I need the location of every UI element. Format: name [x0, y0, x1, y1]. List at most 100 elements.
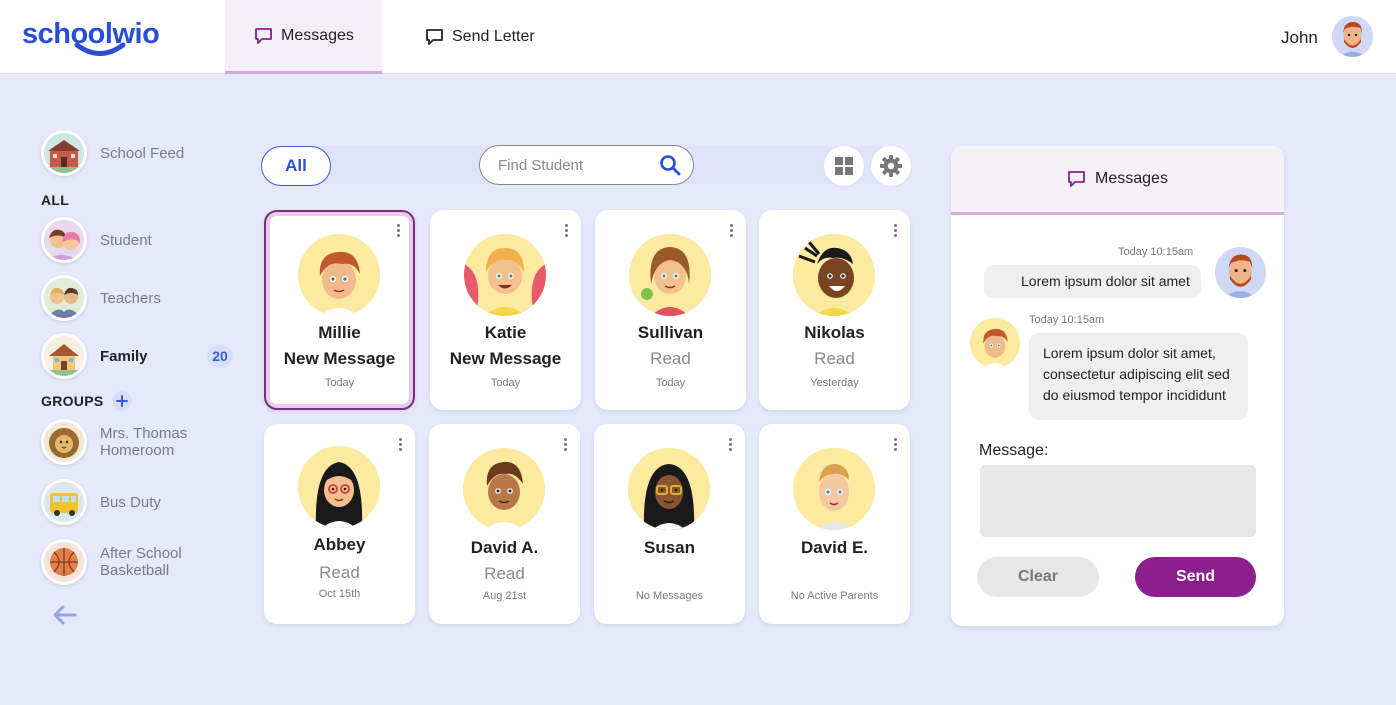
search-icon[interactable] [659, 154, 681, 176]
student-status: Read [814, 349, 855, 368]
sidebar-item-bus-duty[interactable]: Bus Duty [41, 479, 161, 525]
sidebar-item-label: Bus Duty [100, 493, 161, 511]
clear-button[interactable]: Clear [977, 557, 1099, 597]
homeroom-avatar [41, 419, 87, 465]
student-date: Today [655, 377, 686, 389]
messages-panel-header: Messages [951, 146, 1284, 215]
student-card-katie[interactable]: Katie New Message Today [430, 210, 581, 410]
student-portrait-icon [464, 234, 546, 316]
tab-messages-label: Messages [281, 26, 354, 44]
student-status: New Message [449, 349, 562, 368]
sidebar-item-after-school-basketball[interactable]: After School Basketball [41, 539, 200, 585]
tab-send-letter-label: Send Letter [452, 28, 535, 45]
card-menu-icon[interactable] [397, 224, 401, 239]
student-avatar [628, 448, 710, 530]
all-heading: ALL [41, 192, 70, 208]
sidebar-item-label: After School Basketball [100, 545, 182, 579]
student-date: Yesterday [810, 377, 859, 389]
student-status: Read [650, 349, 691, 368]
school-building-icon [44, 133, 84, 173]
chat-bubble-icon [1068, 171, 1085, 187]
sidebar-item-student[interactable]: Student [41, 217, 152, 263]
student-portrait-icon [793, 448, 875, 530]
user-name: John [1281, 28, 1318, 47]
student-card-sullivan[interactable]: Sullivan Read Today [595, 210, 746, 410]
messages-panel: Messages Today 10:15am Lorem ipsum dolor… [951, 146, 1284, 626]
messages-panel-title: Messages [1095, 170, 1168, 187]
card-menu-icon[interactable] [894, 224, 898, 239]
schoolwio-logo[interactable]: schoolwio [22, 14, 172, 60]
card-menu-icon[interactable] [564, 438, 568, 453]
filter-all-button[interactable]: All [261, 146, 331, 186]
user-avatar[interactable] [1332, 16, 1373, 57]
student-name: Nikolas [804, 323, 865, 342]
student-status: Read [319, 563, 360, 582]
student-name: Susan [643, 538, 696, 557]
send-button[interactable]: Send [1135, 557, 1256, 597]
school-feed-avatar [41, 130, 87, 176]
student-status: New Message [283, 349, 396, 368]
teachers-group-icon [44, 278, 84, 318]
card-menu-icon[interactable] [565, 224, 569, 239]
student-card-abbey[interactable]: Abbey Read Oct 15th [264, 424, 415, 624]
student-status: Read [484, 564, 525, 583]
student-avatar [298, 446, 380, 528]
student-card-millie[interactable]: Millie New Message Today [264, 210, 415, 410]
message-timestamp: Today 10:15am [1118, 246, 1194, 258]
student-portrait-icon [463, 448, 545, 530]
message-input[interactable] [980, 465, 1256, 537]
card-menu-icon[interactable] [399, 438, 403, 453]
student-avatar [298, 234, 380, 316]
student-date: No Messages [635, 590, 704, 602]
tab-messages[interactable]: Messages [225, 0, 382, 74]
man-avatar-icon [1332, 16, 1373, 57]
students-group-icon [44, 220, 84, 260]
collapse-sidebar-button[interactable] [52, 604, 78, 631]
add-group-button[interactable] [112, 391, 132, 411]
lion-mascot-icon [44, 422, 84, 462]
student-avatar [464, 234, 546, 316]
student-search-box [479, 145, 694, 185]
settings-button[interactable] [871, 146, 911, 186]
student-card-david-e[interactable]: David E. No Active Parents [759, 424, 910, 624]
student-portrait-icon [793, 234, 875, 316]
tab-send-letter[interactable]: Send Letter [425, 0, 535, 74]
family-avatar [41, 333, 87, 379]
chat-bubble-icon [426, 29, 443, 45]
arrow-left-icon [53, 605, 77, 625]
card-menu-icon[interactable] [894, 438, 898, 453]
card-menu-icon[interactable] [729, 438, 733, 453]
student-name: Abbey [313, 535, 366, 554]
student-name: David A. [470, 538, 539, 557]
student-portrait-icon [629, 234, 711, 316]
plus-icon [116, 395, 128, 407]
sidebar-item-family[interactable]: Family [41, 333, 148, 379]
sidebar-item-label: Family [100, 347, 148, 365]
student-search-input[interactable] [498, 155, 658, 175]
student-card-susan[interactable]: Susan No Messages [594, 424, 745, 624]
student-message-avatar [970, 318, 1020, 368]
family-count-badge: 20 [207, 345, 233, 367]
sidebar-item-label: Teachers [100, 289, 161, 307]
message-bubble-received: Lorem ipsum dolor sit amet, consectetur … [1029, 333, 1248, 420]
student-portrait-icon [628, 448, 710, 530]
sidebar-item-mrs-thomas-homeroom[interactable]: Mrs. Thomas Homeroom [41, 419, 200, 465]
sidebar-item-school-feed[interactable]: School Feed [41, 130, 184, 176]
student-avatar [793, 448, 875, 530]
chat-bubble-icon [255, 27, 272, 44]
sidebar-item-label: Student [100, 231, 152, 249]
message-bubble-sent: Lorem ipsum dolor sit amet [984, 265, 1201, 298]
house-icon [44, 336, 84, 376]
student-card-david-a[interactable]: David A. Read Aug 21st [429, 424, 580, 624]
card-menu-icon[interactable] [730, 224, 734, 239]
grid-view-button[interactable] [824, 146, 864, 186]
sidebar-item-teachers[interactable]: Teachers [41, 275, 161, 321]
sidebar-item-label: School Feed [100, 144, 185, 162]
student-avatar [793, 234, 875, 316]
teachers-avatar [41, 275, 87, 321]
student-date: Today [324, 377, 355, 389]
student-card-nikolas[interactable]: Nikolas Read Yesterday [759, 210, 910, 410]
student-avatar [41, 217, 87, 263]
student-date: Today [490, 377, 521, 389]
man-avatar-icon [1215, 247, 1266, 298]
